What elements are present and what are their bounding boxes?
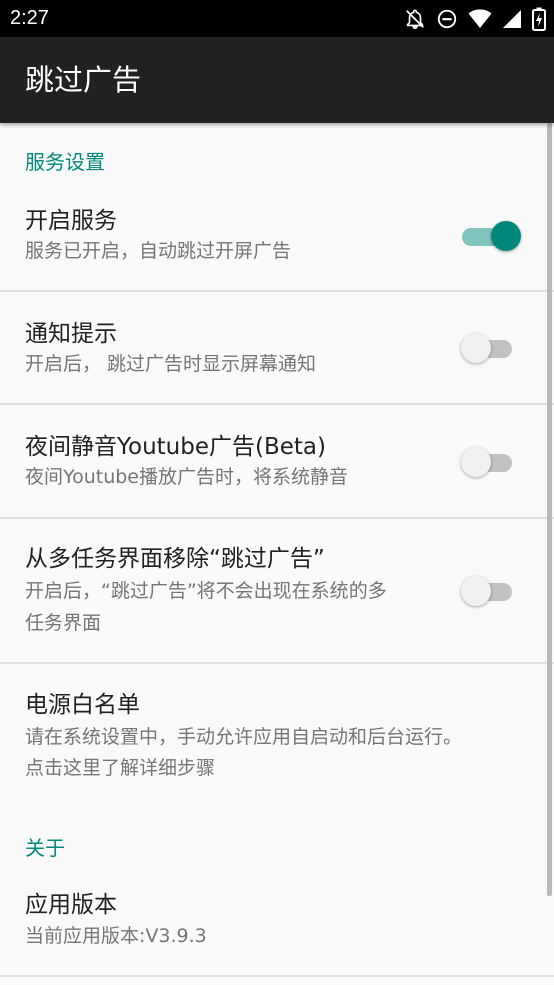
switch-thumb	[461, 333, 491, 363]
pref-summary: 开启后， 跳过广告时显示屏幕通知	[25, 353, 317, 375]
pref-summary: 夜间Youtube播放广告时，将系统静音	[25, 466, 348, 488]
pref-title: 从多任务界面移除“跳过广告”	[25, 546, 325, 572]
switch-thumb	[491, 221, 521, 251]
pref-title: 通知提示	[25, 321, 117, 347]
notification-switch[interactable]	[458, 327, 518, 367]
pref-title: 夜间静音Youtube广告(Beta)	[25, 434, 326, 460]
status-time: 2:27	[10, 7, 49, 29]
scrollbar[interactable]	[547, 123, 552, 896]
app-bar: 跳过广告	[0, 37, 554, 123]
category-header-service: 服务设置	[25, 150, 105, 174]
pref-summary: 服务已开启，自动跳过开屏广告	[25, 240, 292, 262]
pref-title: 开启服务	[25, 208, 117, 234]
pref-summary-line1: 请在系统设置中，手动允许应用自启动和后台运行。	[25, 726, 463, 748]
night-mute-switch[interactable]	[458, 441, 518, 481]
status-bar: 2:27	[0, 0, 554, 37]
pref-power-whitelist[interactable]: 电源白名单 请在系统设置中，手动允许应用自启动和后台运行。 点击这里了解详细步骤	[0, 664, 554, 804]
divider	[0, 975, 554, 977]
pref-summary-line2: 点击这里了解详细步骤	[25, 757, 216, 779]
pref-app-version[interactable]: 应用版本 当前应用版本:V3.9.3	[0, 875, 554, 975]
pref-summary-line2: 任务界面	[25, 612, 102, 634]
switch-thumb	[461, 576, 491, 606]
pref-title: 应用版本	[25, 892, 117, 918]
enable-service-switch[interactable]	[458, 215, 521, 255]
switch-thumb	[461, 447, 491, 477]
status-icons	[404, 6, 546, 32]
notifications-off-icon	[406, 9, 424, 29]
pref-notification[interactable]: 通知提示 开启后， 跳过广告时显示屏幕通知	[0, 292, 554, 404]
pref-enable-service[interactable]: 开启服务 服务已开启，自动跳过开屏广告	[0, 191, 554, 291]
category-header-about: 关于	[25, 836, 65, 860]
wifi-icon	[468, 9, 492, 28]
cellular-signal-icon	[503, 10, 521, 28]
hide-recents-switch[interactable]	[458, 570, 518, 610]
pref-summary-line1: 开启后，“跳过广告”将不会出现在系统的多	[25, 580, 387, 602]
pref-summary: 当前应用版本:V3.9.3	[25, 925, 207, 947]
app-bar-title: 跳过广告	[25, 63, 142, 97]
do-not-disturb-icon	[437, 9, 457, 29]
pref-night-mute[interactable]: 夜间静音Youtube广告(Beta) 夜间Youtube播放广告时，将系统静音	[0, 405, 554, 517]
pref-hide-from-recents[interactable]: 从多任务界面移除“跳过广告” 开启后，“跳过广告”将不会出现在系统的多 任务界面	[0, 519, 554, 662]
battery-icon	[532, 7, 546, 31]
pref-title: 电源白名单	[25, 692, 140, 718]
settings-list[interactable]: 服务设置 开启服务 服务已开启，自动跳过开屏广告 通知提示 开启后， 跳过广告时…	[0, 123, 554, 985]
